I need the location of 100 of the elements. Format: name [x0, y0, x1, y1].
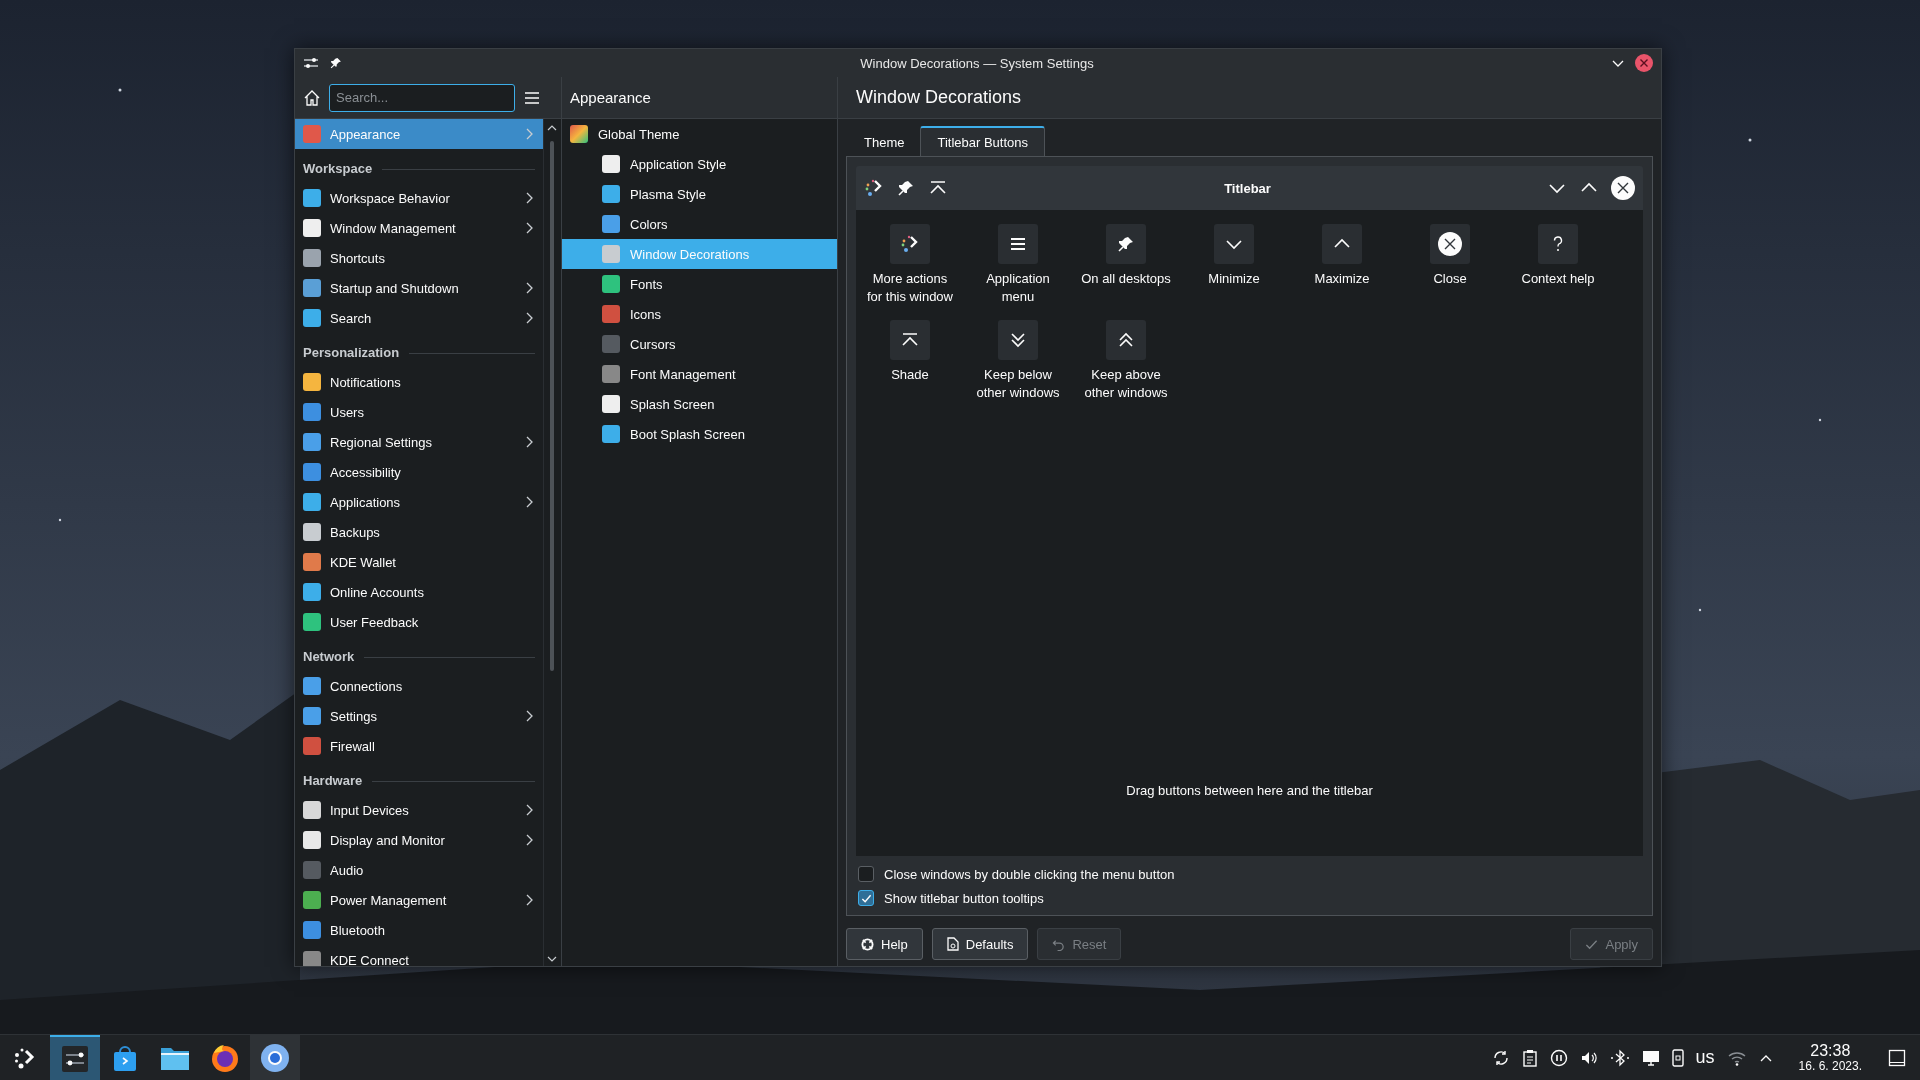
- list-item[interactable]: Plasma Style: [562, 179, 837, 209]
- list-item[interactable]: Colors: [562, 209, 837, 239]
- tab[interactable]: Theme: [848, 128, 921, 156]
- clipboard-icon[interactable]: [1521, 1048, 1538, 1067]
- phone-icon[interactable]: [1671, 1048, 1684, 1067]
- module-icon: [602, 245, 620, 263]
- tab[interactable]: Titlebar Buttons: [920, 126, 1046, 156]
- list-item[interactable]: Fonts: [562, 269, 837, 299]
- sidebar-item[interactable]: Power Management: [295, 885, 543, 915]
- category-icon: [303, 891, 321, 909]
- taskbar-button[interactable]: [250, 1035, 300, 1080]
- category-icon: [303, 951, 321, 966]
- sync-icon[interactable]: [1491, 1048, 1510, 1067]
- sidebar-item[interactable]: KDE Connect: [295, 945, 543, 966]
- clock-date[interactable]: 16. 6. 2023.: [1798, 1059, 1862, 1073]
- titlebar-label: Titlebar: [1223, 180, 1272, 196]
- checkbox[interactable]: [858, 890, 874, 906]
- pause-icon[interactable]: [1549, 1048, 1568, 1067]
- double-chevron-down-icon: [1008, 330, 1028, 350]
- sidebar-item[interactable]: Connections: [295, 671, 543, 701]
- show-desktop-icon[interactable]: [1888, 1048, 1906, 1067]
- sidebar-item[interactable]: Online Accounts: [295, 577, 543, 607]
- category-icon: [303, 583, 321, 601]
- category-icon: [303, 189, 321, 207]
- browser-icon: [210, 1042, 240, 1073]
- category-icon: [303, 707, 321, 725]
- sidebar-item[interactable]: Settings: [295, 701, 543, 731]
- window-title: Window Decorations — System Settings: [859, 55, 1095, 71]
- section-header: Hardware: [303, 773, 363, 788]
- category-icon: [303, 279, 321, 297]
- category-icon: [303, 463, 321, 481]
- list-item[interactable]: Splash Screen: [562, 389, 837, 419]
- list-item[interactable]: Cursors: [562, 329, 837, 359]
- sidebar-item[interactable]: Workspace Behavior: [295, 183, 543, 213]
- theme-icon: [570, 125, 588, 143]
- footer-button[interactable]: Defaults: [931, 928, 1029, 960]
- sidebar-item[interactable]: Input Devices: [295, 795, 543, 825]
- search-field[interactable]: Search...: [329, 83, 515, 112]
- keyboard-layout[interactable]: us: [1695, 1047, 1715, 1068]
- pin-icon[interactable]: [329, 56, 343, 70]
- sidebar-item[interactable]: Regional Settings: [295, 427, 543, 457]
- sliders-icon: [61, 1044, 89, 1073]
- titlebar-button[interactable]: [1214, 224, 1254, 264]
- category-icon: [303, 677, 321, 695]
- sidebar-item[interactable]: Bluetooth: [295, 915, 543, 945]
- button-label: Context help: [1520, 270, 1596, 288]
- sidebar-item[interactable]: Accessibility: [295, 457, 543, 487]
- button-label: On all desktops: [1080, 270, 1172, 288]
- list-item[interactable]: Application Style: [562, 149, 837, 179]
- category-icon: [303, 309, 321, 327]
- list-item[interactable]: Icons: [562, 299, 837, 329]
- sidebar-item[interactable]: Audio: [295, 855, 543, 885]
- titlebar-button[interactable]: [1106, 224, 1146, 264]
- sidebar-item[interactable]: Applications: [295, 487, 543, 517]
- browser-icon: [260, 1042, 290, 1073]
- sidebar-item[interactable]: Window Management: [295, 213, 543, 243]
- button-label: Keep below other windows: [975, 366, 1061, 402]
- taskbar-button[interactable]: [50, 1035, 100, 1080]
- section-header: Workspace: [303, 161, 373, 176]
- footer-button[interactable]: Help: [846, 928, 923, 960]
- titlebar-button[interactable]: [998, 224, 1038, 264]
- titlebar-button[interactable]: [890, 320, 930, 360]
- bluetooth-icon[interactable]: [1609, 1048, 1630, 1067]
- checkbox-label: Show titlebar button tooltips: [884, 890, 1044, 906]
- sidebar-item[interactable]: Users: [295, 397, 543, 427]
- sidebar-item[interactable]: Display and Monitor: [295, 825, 543, 855]
- titlebar-button[interactable]: [1322, 224, 1362, 264]
- list-item[interactable]: Global Theme: [562, 119, 837, 149]
- titlebar-button[interactable]: [890, 224, 930, 264]
- sidebar-item[interactable]: KDE Wallet: [295, 547, 543, 577]
- home-icon[interactable]: [303, 88, 321, 107]
- checkbox-label: Close windows by double clicking the menu button: [884, 866, 1175, 882]
- module-icon: [602, 335, 620, 353]
- sliders-icon[interactable]: [303, 56, 319, 70]
- sidebar-item[interactable]: Firewall: [295, 731, 543, 761]
- list-item[interactable]: Boot Splash Screen: [562, 419, 837, 449]
- list-item[interactable]: Font Management: [562, 359, 837, 389]
- monitor-icon[interactable]: [1641, 1048, 1660, 1067]
- section-header: Personalization: [303, 345, 400, 360]
- scroll-down-icon[interactable]: [547, 954, 557, 964]
- titlebar-button[interactable]: [1106, 320, 1146, 360]
- hint-text: Drag buttons between here and the titlebar: [1125, 783, 1374, 800]
- category-icon: [303, 219, 321, 237]
- sidebar-item[interactable]: Shortcuts: [295, 243, 543, 273]
- category-icon: [303, 613, 321, 631]
- checkbox[interactable]: [858, 866, 874, 882]
- module-icon: [602, 215, 620, 233]
- sidebar-item[interactable]: Appearance: [295, 119, 543, 149]
- sidebar-item[interactable]: Notifications: [295, 367, 543, 397]
- sidebar-item[interactable]: Startup and Shutdown: [295, 273, 543, 303]
- clock-time[interactable]: 23:38: [1810, 1042, 1851, 1060]
- category-icon: [303, 737, 321, 755]
- menu-icon[interactable]: [523, 89, 541, 106]
- titlebar-button[interactable]: [1430, 224, 1470, 264]
- close-icon[interactable]: [1635, 54, 1653, 72]
- titlebar-button[interactable]: [998, 320, 1038, 360]
- scroll-up-icon[interactable]: [547, 123, 557, 133]
- sidebar-item[interactable]: Search: [295, 303, 543, 333]
- sidebar-item[interactable]: User Feedback: [295, 607, 543, 637]
- sidebar-item[interactable]: Backups: [295, 517, 543, 547]
